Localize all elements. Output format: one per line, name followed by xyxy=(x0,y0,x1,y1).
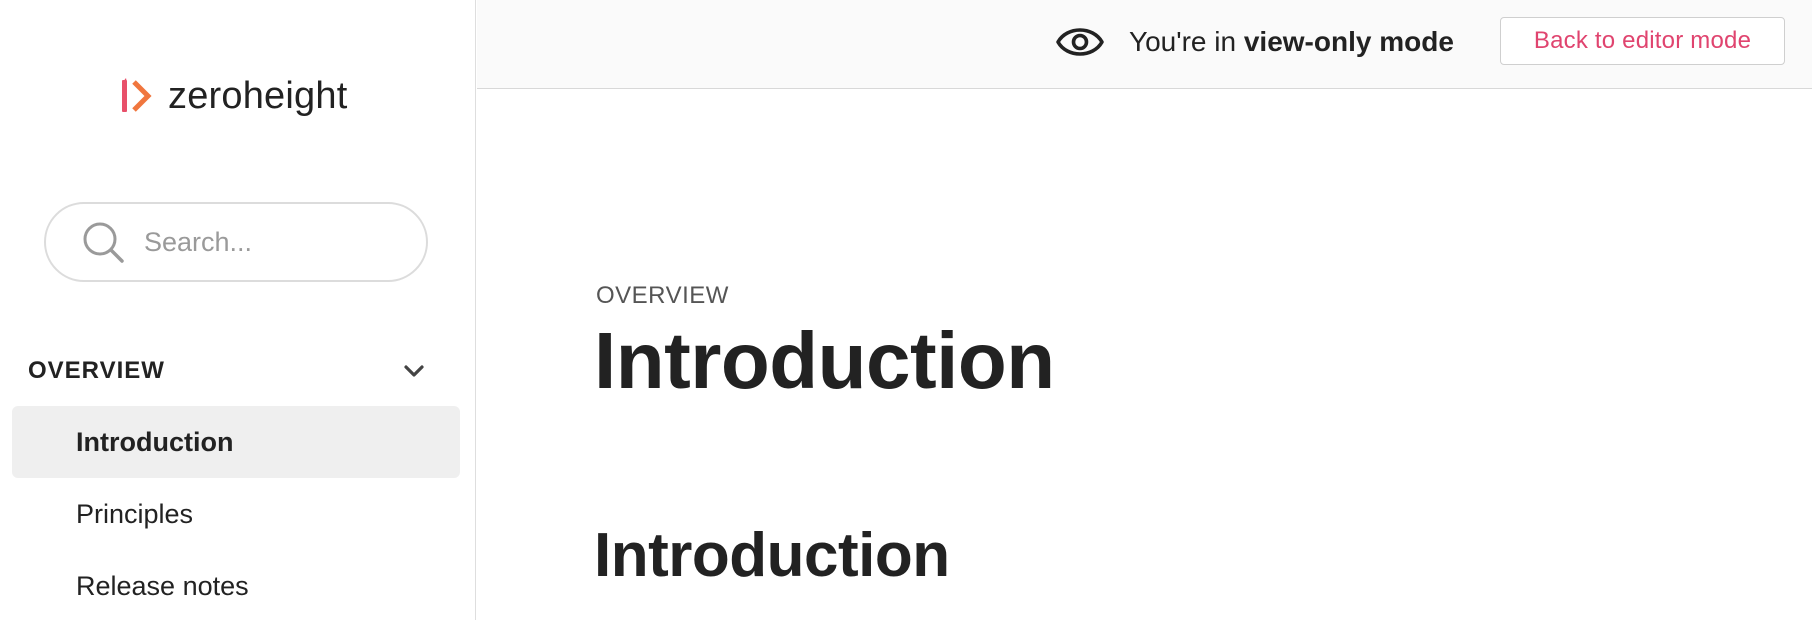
sidebar-item-principles[interactable]: Principles xyxy=(12,478,460,550)
view-mode-emphasis: view-only mode xyxy=(1243,26,1454,57)
search-icon xyxy=(83,222,124,263)
section-heading: Introduction xyxy=(594,521,950,590)
sidebar-item-introduction[interactable]: Introduction xyxy=(12,406,460,478)
sidebar-item-release-notes[interactable]: Release notes xyxy=(12,550,460,620)
sidebar-section-title: OVERVIEW xyxy=(28,357,165,384)
brand-logo[interactable]: zeroheight xyxy=(120,74,347,118)
view-mode-text: You're in view-only mode xyxy=(1129,24,1454,60)
chevron-down-icon[interactable] xyxy=(400,357,428,385)
page-title: Introduction xyxy=(594,316,1055,405)
back-to-editor-button[interactable]: Back to editor mode xyxy=(1500,17,1785,65)
sidebar-nav: Introduction Principles Release notes xyxy=(12,406,460,620)
view-mode-prefix: You're in xyxy=(1129,26,1244,57)
zeroheight-logo-icon xyxy=(122,78,152,112)
search-input[interactable] xyxy=(144,226,394,258)
search-box[interactable] xyxy=(44,202,428,282)
page-eyebrow: OVERVIEW xyxy=(596,282,729,309)
brand-name: zeroheight xyxy=(168,75,348,117)
sidebar: zeroheight OVERVIEW Introduction Princip… xyxy=(0,0,476,620)
eye-icon xyxy=(1056,28,1104,56)
view-mode-banner: You're in view-only mode Back to editor … xyxy=(477,0,1812,89)
sidebar-section-overview[interactable]: OVERVIEW xyxy=(28,350,440,392)
